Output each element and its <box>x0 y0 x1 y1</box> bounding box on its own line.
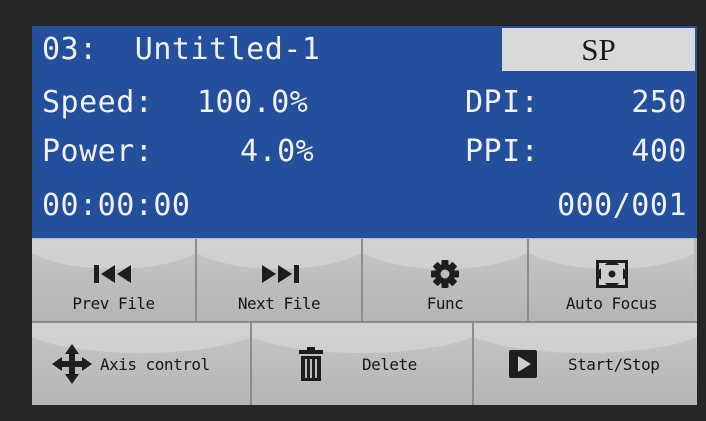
ppi-label: PPI: <box>465 134 540 169</box>
ppi-value: 400 <box>631 134 687 169</box>
dpi-value: 250 <box>631 85 687 120</box>
trash-icon <box>298 346 324 382</box>
next-file-button[interactable]: Next File <box>197 239 363 321</box>
axis-control-button[interactable]: Axis control <box>32 323 252 405</box>
button-row-bottom: Axis control Delete Start/Stop <box>32 323 697 405</box>
axis-control-label: Axis control <box>100 354 210 374</box>
speed-value: 100.0% <box>197 85 309 120</box>
skip-back-icon <box>91 256 137 292</box>
focus-target-icon <box>595 256 629 292</box>
auto-focus-button[interactable]: Auto Focus <box>529 239 694 321</box>
next-file-label: Next File <box>237 294 321 313</box>
skip-forward-icon <box>256 256 302 292</box>
lcd-screen: 03: Untitled-1 SP Speed: 100.0% DPI: 250… <box>32 26 697 405</box>
start-stop-button[interactable]: Start/Stop <box>474 323 697 405</box>
elapsed-time: 00:00:00 <box>42 188 191 223</box>
auto-focus-label: Auto Focus <box>565 294 658 313</box>
file-name-line: 03: Untitled-1 <box>42 32 321 67</box>
button-row-top: Prev File Next File Func Auto Focus <box>32 239 697 321</box>
file-counter: 000/001 <box>557 188 687 223</box>
func-button[interactable]: Func <box>363 239 529 321</box>
status-panel: 03: Untitled-1 SP Speed: 100.0% DPI: 250… <box>32 26 697 238</box>
delete-label: Delete <box>362 354 417 374</box>
func-label: Func <box>426 294 464 313</box>
prev-file-label: Prev File <box>72 294 155 313</box>
dpi-label: DPI: <box>465 85 540 120</box>
prev-file-button[interactable]: Prev File <box>32 239 197 321</box>
play-icon <box>508 349 538 379</box>
gear-icon <box>430 256 460 292</box>
start-stop-label: Start/Stop <box>568 354 660 374</box>
speed-label: Speed: <box>42 85 154 120</box>
delete-button[interactable]: Delete <box>252 323 474 405</box>
mode-badge: SP <box>502 28 695 71</box>
move-arrows-icon <box>50 342 94 386</box>
power-label: Power: <box>42 134 154 169</box>
power-value: 4.0% <box>240 134 315 169</box>
